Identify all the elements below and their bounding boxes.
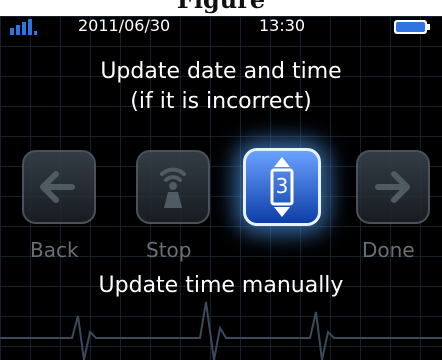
battery-full-icon [394,20,430,34]
device-frame: Figure 2 [0,0,442,360]
device-screen: 2011/06/30 13:30 Update date and time (i… [0,16,442,360]
status-bar: 2011/06/30 13:30 [0,16,442,38]
figure-header-text: Figure [0,0,442,14]
wireless-transmit-icon [160,167,186,208]
hint-text: Update time manually [98,273,344,298]
title-line-1: Update date and time [100,59,342,84]
stop-label: Stop [146,238,192,262]
done-button[interactable] [356,150,430,224]
arrow-left-icon [40,171,75,203]
time-adjust-button[interactable]: 3 [243,148,321,226]
status-time: 13:30 [259,16,306,35]
figure-header-strip: Figure [0,0,442,16]
stop-button[interactable] [136,150,210,224]
arrow-right-icon [375,171,410,203]
signal-bars-icon [10,19,37,35]
back-button[interactable] [22,150,96,224]
status-date: 2011/06/30 [78,16,171,35]
done-label: Done [362,238,415,262]
back-label: Back [30,238,79,262]
title-line-2: (if it is incorrect) [130,89,312,114]
stepper-value: 3 [275,174,289,198]
